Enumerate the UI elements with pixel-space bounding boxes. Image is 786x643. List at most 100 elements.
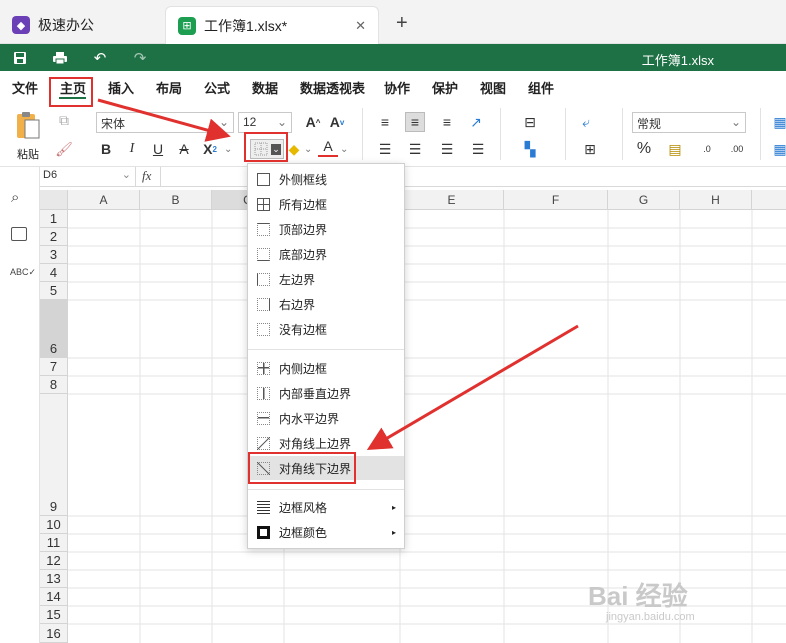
align-top-icon[interactable]: ≡ xyxy=(375,112,395,132)
chevron-down-icon[interactable]: ⌄ xyxy=(224,144,232,155)
column-header[interactable]: H xyxy=(680,190,752,210)
align-right-icon[interactable]: ☰ xyxy=(437,139,457,159)
align-left-icon[interactable]: ☰ xyxy=(375,139,395,159)
print-icon[interactable] xyxy=(50,48,70,68)
column-header[interactable]: E xyxy=(400,190,504,210)
row-header[interactable]: 13 xyxy=(40,570,68,588)
bold-button[interactable]: B xyxy=(96,139,116,159)
font-size-select[interactable]: 12 ⌄ xyxy=(238,112,292,133)
title-bar: ↶ ↷ 工作簿1.xlsx xyxy=(0,44,786,71)
menu-item-border-color[interactable]: 边框颜色 ▸ xyxy=(248,520,404,544)
table-style-icon[interactable]: ▦ xyxy=(770,139,786,159)
menu-item-outside-borders[interactable]: 外侧框线 xyxy=(248,167,404,191)
menu-data[interactable]: 数据 xyxy=(252,78,278,97)
insert-row-icon[interactable]: ⊞ xyxy=(580,139,600,159)
paste-label: 粘贴 xyxy=(17,149,39,161)
row-header[interactable]: 14 xyxy=(40,588,68,606)
number-format-select[interactable]: 常规 ⌄ xyxy=(632,112,746,133)
row-header[interactable]: 8 xyxy=(40,376,68,394)
column-header[interactable]: A xyxy=(68,190,140,210)
font-name-select[interactable]: 宋体 ⌄ xyxy=(96,112,234,133)
menu-item-bottom-border[interactable]: 底部边界 xyxy=(248,242,404,266)
name-box[interactable]: D6 ⌄ xyxy=(40,167,136,186)
close-tab-icon[interactable]: ✕ xyxy=(355,18,366,34)
menu-collaborate[interactable]: 协作 xyxy=(384,78,410,97)
menu-item-inner-horizontal[interactable]: 内水平边界 xyxy=(248,406,404,430)
tab-workbook[interactable]: ⊞ 工作簿1.xlsx* ✕ xyxy=(165,6,379,44)
chevron-down-icon[interactable]: ⌄ xyxy=(340,144,348,155)
menu-file[interactable]: 文件 xyxy=(12,78,38,97)
percent-button[interactable]: % xyxy=(634,139,654,159)
copy-icon[interactable]: ⧉ xyxy=(54,110,74,130)
italic-button[interactable]: I xyxy=(122,139,142,159)
menu-formula[interactable]: 公式 xyxy=(204,78,230,97)
redo-icon[interactable]: ↷ xyxy=(130,48,150,68)
align-middle-icon[interactable]: ≡ xyxy=(405,112,425,132)
menu-layout[interactable]: 布局 xyxy=(156,78,182,97)
menu-item-top-border[interactable]: 顶部边界 xyxy=(248,217,404,241)
menu-item-all-borders[interactable]: 所有边框 xyxy=(248,192,404,216)
paste-icon[interactable] xyxy=(14,110,42,142)
merge-cells-icon[interactable]: ⊟ xyxy=(520,112,540,132)
row-header[interactable]: 3 xyxy=(40,246,68,264)
chevron-down-icon[interactable]: ⌄ xyxy=(304,144,312,155)
align-center-icon[interactable]: ☰ xyxy=(405,139,425,159)
save-icon[interactable] xyxy=(10,48,30,68)
row-header[interactable]: 10 xyxy=(40,516,68,534)
app-icon: ◆ xyxy=(12,16,30,34)
row-header[interactable]: 12 xyxy=(40,552,68,570)
menu-item-border-style[interactable]: 边框风格 ▸ xyxy=(248,495,404,519)
divider xyxy=(760,108,761,160)
row-header[interactable]: 15 xyxy=(40,606,68,624)
row-header[interactable]: 11 xyxy=(40,534,68,552)
increase-font-icon[interactable]: A ^ xyxy=(303,112,323,132)
currency-icon[interactable]: ▤ xyxy=(665,139,685,159)
menu-item-no-border[interactable]: 没有边框 xyxy=(248,317,404,341)
row-header[interactable]: 7 xyxy=(40,358,68,376)
justify-icon[interactable]: ☰ xyxy=(468,139,488,159)
font-color-button[interactable]: A xyxy=(318,137,338,157)
underline-button[interactable]: U xyxy=(148,139,168,159)
text-orientation-icon[interactable]: ↗ xyxy=(466,112,486,132)
tab-app-home[interactable]: ◆ 极速办公 xyxy=(0,6,106,44)
decrease-font-icon[interactable]: Av xyxy=(327,112,347,132)
decrease-decimal-icon[interactable]: .0 xyxy=(697,139,717,159)
row-header[interactable]: 2 xyxy=(40,228,68,246)
search-icon[interactable]: ⌕ xyxy=(11,189,19,206)
menu-view[interactable]: 视图 xyxy=(480,78,506,97)
align-bottom-icon[interactable]: ≡ xyxy=(437,112,457,132)
row-header[interactable]: 16 xyxy=(40,624,68,643)
menu-item-inner-borders[interactable]: 内侧边框 xyxy=(248,356,404,380)
menu-item-right-border[interactable]: 右边界 xyxy=(248,292,404,316)
row-header[interactable]: 9 xyxy=(40,394,68,516)
select-all-corner[interactable] xyxy=(40,190,68,210)
new-tab-button[interactable]: + xyxy=(396,12,408,35)
wrap-text-icon[interactable]: ⤶ xyxy=(576,112,596,132)
table-icon[interactable]: ▦ xyxy=(770,112,786,132)
format-painter-icon[interactable]: 🖌 xyxy=(54,139,74,159)
column-header[interactable]: F xyxy=(504,190,608,210)
undo-icon[interactable]: ↶ xyxy=(90,48,110,68)
row-header[interactable]: 4 xyxy=(40,264,68,282)
row-header[interactable]: 1 xyxy=(40,210,68,228)
fx-icon[interactable]: fx xyxy=(142,168,151,184)
increase-decimal-icon[interactable]: .00 xyxy=(727,139,747,159)
menu-insert[interactable]: 插入 xyxy=(108,78,134,97)
strikethrough-button[interactable]: A xyxy=(174,139,194,159)
menu-pivot[interactable]: 数据透视表 xyxy=(300,78,365,97)
spellcheck-icon[interactable]: ABC✓ xyxy=(10,267,36,278)
comment-icon[interactable] xyxy=(11,227,27,241)
column-header[interactable] xyxy=(752,190,786,210)
menu-item-left-border[interactable]: 左边界 xyxy=(248,267,404,291)
divider xyxy=(362,108,363,160)
menu-protect[interactable]: 保护 xyxy=(432,78,458,97)
column-header[interactable]: G xyxy=(608,190,680,210)
menu-components[interactable]: 组件 xyxy=(528,78,554,97)
subscript-button[interactable]: X2 xyxy=(200,139,220,159)
menu-item-inner-vertical[interactable]: 内部垂直边界 xyxy=(248,381,404,405)
cell-style-icon[interactable]: ▚ xyxy=(520,139,540,159)
row-header[interactable]: 5 xyxy=(40,282,68,300)
row-header[interactable]: 6 xyxy=(40,300,68,358)
column-header[interactable]: B xyxy=(140,190,212,210)
menu-divider xyxy=(248,349,404,350)
